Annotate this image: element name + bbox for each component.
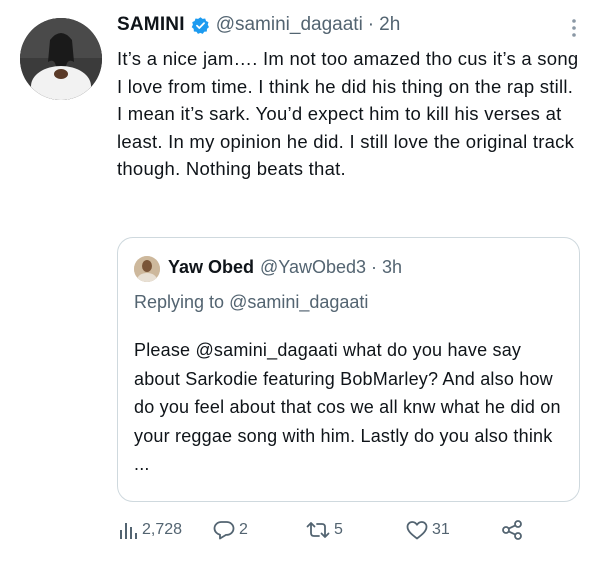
retweet-icon: [305, 519, 331, 541]
author-avatar[interactable]: [20, 18, 102, 100]
quoted-author-avatar[interactable]: [134, 256, 160, 282]
quoted-tweet-text: Please @samini_dagaati what do you have …: [134, 340, 561, 474]
like-count: 31: [432, 521, 450, 538]
tweet-action-bar: 2,728 2 5 31: [117, 519, 537, 549]
like-button[interactable]: 31: [405, 519, 450, 541]
tweet-text: It’s a nice jam…. Im not too amazed tho …: [117, 48, 579, 179]
quoted-author-photo: [134, 256, 160, 282]
quoted-tweet-header: Yaw Obed @YawObed3 · 3h: [168, 257, 402, 278]
retweet-button[interactable]: 5: [305, 519, 343, 541]
reply-bubble-icon: [212, 519, 236, 541]
retweet-count: 5: [334, 521, 343, 538]
quoted-header-separator: ·: [371, 257, 378, 277]
tweet-header: SAMINI @samini_dagaati · 2h: [117, 14, 400, 36]
author-name[interactable]: SAMINI: [117, 14, 185, 36]
verified-badge-icon: [191, 16, 210, 35]
author-photo: [20, 18, 102, 100]
reply-button[interactable]: 2: [212, 519, 248, 541]
replying-to-line: Replying to @samini_dagaati: [134, 292, 368, 313]
share-button[interactable]: [500, 519, 524, 541]
views-button[interactable]: 2,728: [117, 519, 182, 541]
views-bar-chart-icon: [117, 519, 139, 541]
quoted-author-name[interactable]: Yaw Obed: [168, 257, 254, 278]
quoted-author-handle[interactable]: @YawObed3: [260, 257, 366, 278]
views-count: 2,728: [142, 521, 183, 538]
header-separator: ·: [367, 14, 375, 35]
tweet-timestamp[interactable]: 2h: [379, 14, 400, 36]
heart-icon: [405, 519, 429, 541]
replying-to-mention[interactable]: @samini_dagaati: [229, 292, 368, 312]
share-icon: [500, 519, 524, 541]
more-vertical-icon[interactable]: [566, 16, 582, 40]
quoted-tweet-card[interactable]: Yaw Obed @YawObed3 · 3h Replying to @sam…: [117, 237, 580, 502]
reply-count: 2: [239, 521, 248, 538]
author-handle[interactable]: @samini_dagaati: [216, 14, 363, 36]
quoted-tweet-timestamp[interactable]: 3h: [382, 257, 402, 278]
replying-to-prefix: Replying to: [134, 292, 225, 312]
